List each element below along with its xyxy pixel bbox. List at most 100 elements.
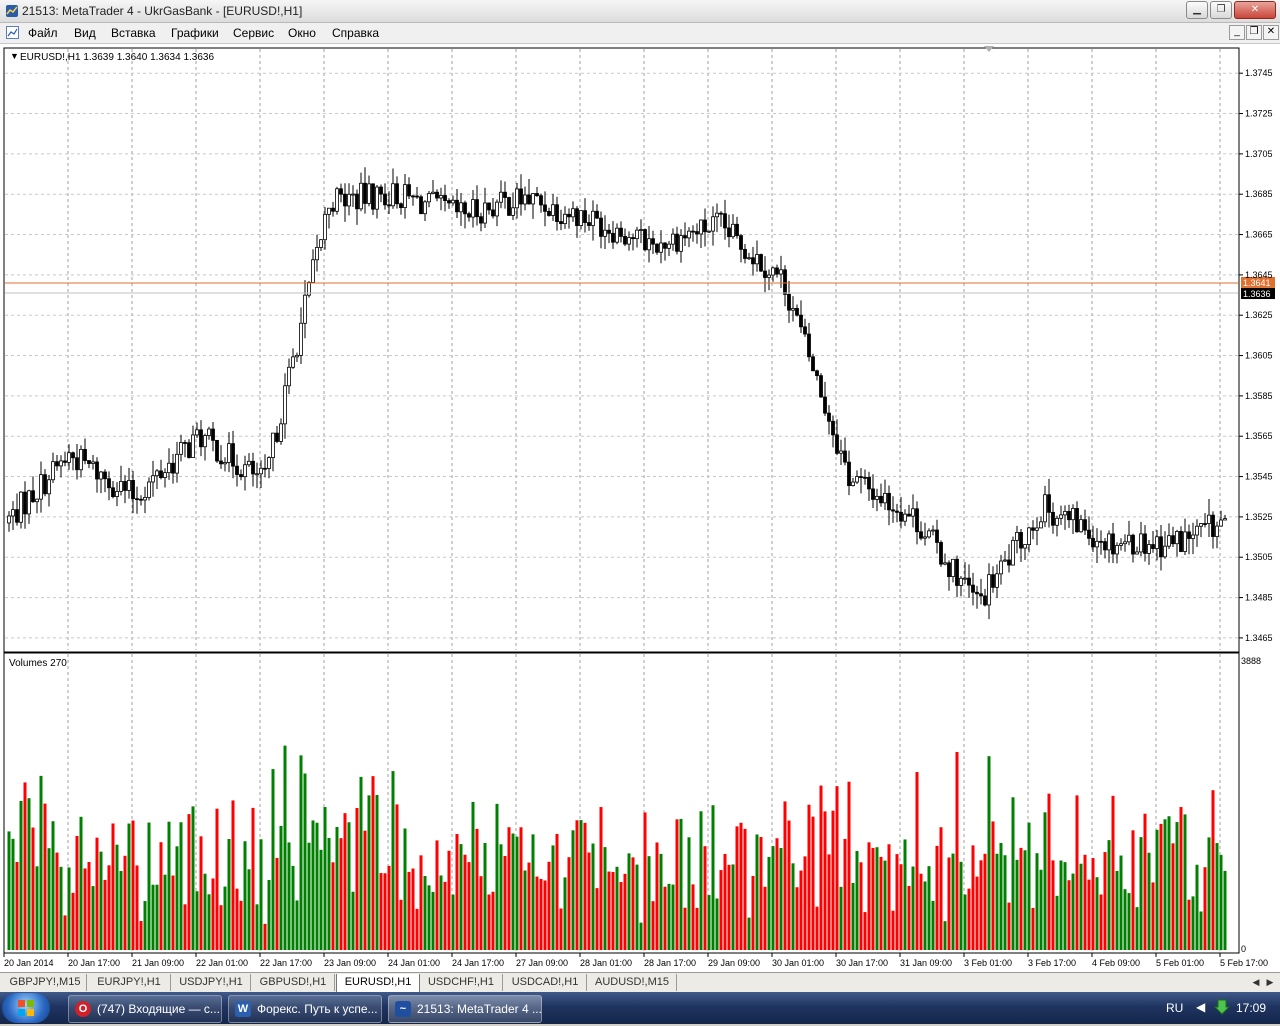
price-tick-label: 1.3565 [1245,431,1273,441]
symbol-dropdown-icon[interactable]: ▼ [10,51,19,61]
volume-bar [843,838,847,950]
tab-usdjpy[interactable]: USDJPY!,H1 [172,974,251,991]
volume-bar [523,870,527,950]
volume-bar [555,833,559,950]
tab-eurusd[interactable]: EURUSD!,H1 [336,974,420,993]
candle-body [15,509,19,523]
price-tick-label: 1.3525 [1245,512,1273,522]
tab-gbpusd[interactable]: GBPUSD!,H1 [252,974,335,991]
menu-charts[interactable]: Графики [171,26,219,40]
tray-expand-icon[interactable]: ◀ [1196,1000,1205,1014]
volume-bar [1163,819,1167,950]
volume-bar [339,838,343,950]
minimize-button[interactable]: ▁ [1186,1,1208,19]
taskbar-word-button[interactable]: W Форекс. Путь к успе... [228,995,382,1023]
candle-body [155,470,159,477]
candle-body [575,208,579,226]
volume-bar [879,856,883,950]
volume-bar [959,861,963,950]
tab-gbpjpy[interactable]: GBPJPY!,M15 [4,974,87,991]
system-clock[interactable]: 17:09 [1236,1001,1266,1015]
volume-bar [1155,829,1159,950]
window-titlebar[interactable]: 21513: MetaTrader 4 - UkrGasBank - [EURU… [0,0,1280,23]
start-button[interactable] [2,993,50,1023]
tab-usdcad[interactable]: USDCAD!,H1 [504,974,587,991]
price-pane[interactable] [3,47,1240,653]
maximize-button[interactable]: ❐ [1210,1,1232,19]
candle-body [371,183,375,210]
candle-body [799,314,803,328]
taskbar-word-label: Форекс. Путь к успе... [257,1002,378,1016]
tabs-scroll-right-icon[interactable]: ▶ [1264,976,1276,988]
menu-file[interactable]: Файл [28,26,58,40]
candle-body [555,204,559,222]
volume-bar [39,775,43,950]
price-chart[interactable]: 1.36411.3636 1.37451.37251.37051.36851.3… [0,44,1280,972]
candle-body [835,434,839,454]
menu-view[interactable]: Вид [74,26,96,40]
volume-bar [507,827,511,950]
chart-ohlc-header: EURUSD!,H1 1.3639 1.3640 1.3634 1.3636 [20,52,214,63]
candle-body [747,257,751,260]
candle-body [631,237,635,240]
candle-body [383,193,387,206]
menu-window[interactable]: Окно [288,26,316,40]
candle-body [91,461,95,464]
candle-body [891,509,895,512]
chart-window-icon[interactable] [6,26,19,39]
volume-bar [695,907,699,950]
volume-bar [227,838,231,950]
candle-body [443,195,447,201]
mdi-close-button[interactable]: ✕ [1263,25,1279,40]
language-indicator[interactable]: RU [1166,1001,1183,1015]
menu-help[interactable]: Справка [332,26,379,40]
candle-body [43,474,47,495]
candle-body [691,230,695,233]
candle-body [279,423,283,442]
mdi-restore-button[interactable]: ❐ [1246,25,1262,40]
volume-bar [1047,793,1051,950]
time-tick-label: 3 Feb 01:00 [964,958,1012,968]
candle-body [883,492,887,504]
candle-body [715,212,719,218]
metatrader-app-icon [6,5,18,17]
volume-bar [755,834,759,950]
volume-bar [743,828,747,950]
candle-body [1095,540,1099,548]
candle-body [139,498,143,501]
candle-body [519,188,523,205]
candle-body [935,529,939,543]
volume-bar [363,830,367,950]
chart-window[interactable]: 1.3641 1.3636 1.3745 1.3725 1.3705 1.3685 1.3… [0,44,1280,972]
time-tick-label: 20 Jan 2014 [4,958,54,968]
mdi-minimize-button[interactable]: _ [1229,25,1245,40]
tab-eurjpy[interactable]: EURJPY!,H1 [88,974,171,991]
volume-bar [503,855,507,950]
network-download-icon[interactable] [1214,999,1230,1017]
candle-body [939,542,943,565]
candle-body [375,186,379,210]
candle-body [315,247,319,261]
volume-bar [711,805,715,950]
volume-bar [863,912,867,950]
volume-bar [211,878,215,950]
volume-bar [947,857,951,950]
menu-insert[interactable]: Вставка [111,26,156,40]
volume-bar [55,852,59,950]
close-button[interactable]: ✕ [1234,1,1276,19]
volume-max-label: 3888 [1241,656,1261,666]
tabs-scroll-left-icon[interactable]: ◀ [1250,976,1262,988]
candle-body [739,235,743,250]
candle-body [1079,519,1083,533]
candle-body [471,199,475,218]
volume-bar [1035,853,1039,950]
menu-tools[interactable]: Сервис [233,26,274,40]
candle-body [1155,536,1159,549]
taskbar-metatrader-button[interactable]: ~ 21513: MetaTrader 4 ... [388,995,542,1023]
candle-body [1143,533,1147,554]
volume-bar [355,807,359,950]
tab-usdchf[interactable]: USDCHF!,H1 [420,974,503,991]
taskbar-opera-button[interactable]: O (747) Входящие — с... [68,995,222,1023]
tab-audusd[interactable]: AUDUSD!,M15 [588,974,677,991]
candle-body [271,432,275,458]
